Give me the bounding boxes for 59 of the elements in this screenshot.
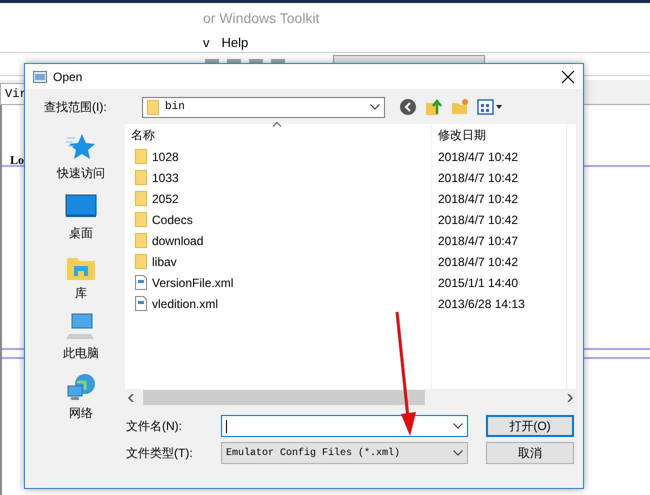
folder-icon bbox=[135, 233, 147, 248]
caret-icon bbox=[370, 104, 380, 110]
folder-icon bbox=[135, 191, 147, 206]
folder-up-icon[interactable] bbox=[425, 98, 443, 116]
file-type-dropdown[interactable]: Emulator Config Files (*.xml) bbox=[221, 442, 468, 464]
back-icon[interactable] bbox=[399, 98, 417, 116]
scroll-right-icon[interactable] bbox=[566, 394, 574, 402]
window-title: or Windows Toolkit bbox=[203, 10, 320, 26]
file-name[interactable]: libav bbox=[152, 254, 177, 268]
folder-icon bbox=[135, 254, 147, 269]
file-name[interactable]: 1028 bbox=[152, 150, 179, 164]
folder-icon bbox=[135, 212, 147, 227]
look-in-dropdown[interactable]: bin bbox=[142, 96, 385, 118]
file-name-field[interactable] bbox=[221, 415, 468, 437]
file-name[interactable]: Codecs bbox=[152, 212, 193, 226]
file-date: 2018/4/7 10:42 bbox=[437, 212, 520, 228]
file-name[interactable]: 1033 bbox=[152, 170, 179, 184]
file-date: 2018/4/7 10:42 bbox=[437, 190, 520, 208]
close-icon[interactable] bbox=[561, 70, 575, 84]
place-item[interactable]: 此电脑 bbox=[63, 312, 99, 362]
file-date: 2018/4/7 10:42 bbox=[437, 254, 520, 270]
caret-icon bbox=[453, 450, 463, 456]
column-header[interactable]: 名称 bbox=[125, 124, 431, 146]
place-item[interactable]: 库 bbox=[65, 252, 97, 302]
place-item[interactable]: 快速访问 bbox=[57, 132, 105, 182]
file-date: 2015/1/1 14:40 bbox=[437, 274, 520, 292]
document-icon bbox=[135, 275, 147, 290]
folder-icon bbox=[147, 100, 159, 114]
menu-item[interactable]: v bbox=[203, 34, 210, 50]
look-in-label: 查找范围(I): bbox=[44, 98, 108, 116]
scroll-left-icon[interactable] bbox=[127, 394, 135, 402]
window-icon bbox=[33, 70, 47, 82]
sort-caret-icon bbox=[272, 121, 282, 127]
caret-icon bbox=[453, 423, 463, 429]
folder-icon bbox=[135, 149, 147, 164]
cancel-button[interactable]: 取消 bbox=[486, 442, 574, 464]
file-name[interactable]: VersionFile.xml bbox=[152, 276, 234, 290]
dialog-title: Open bbox=[53, 70, 84, 84]
file-name[interactable]: 2052 bbox=[152, 192, 179, 206]
file-name-label: 文件名(N): bbox=[126, 418, 183, 434]
column-header[interactable]: 修改日期 bbox=[432, 124, 566, 146]
open-button[interactable]: 打开(O) bbox=[486, 415, 574, 437]
view-menu-icon[interactable] bbox=[477, 98, 503, 116]
network-icon bbox=[65, 372, 97, 402]
file-date: 2018/4/7 10:42 bbox=[437, 170, 520, 186]
place-item[interactable]: 网络 bbox=[65, 372, 97, 422]
file-name[interactable]: download bbox=[152, 234, 204, 248]
document-icon bbox=[135, 296, 147, 311]
file-date: 2018/4/7 10:42 bbox=[437, 148, 520, 166]
menu-item[interactable]: Help bbox=[222, 34, 248, 50]
file-name[interactable]: vledition.xml bbox=[152, 296, 218, 310]
file-type-label: 文件类型(T): bbox=[126, 444, 194, 462]
computer-icon bbox=[65, 312, 97, 342]
file-date: 2013/6/28 14:13 bbox=[437, 296, 526, 312]
file-date: 2018/4/7 10:47 bbox=[437, 232, 520, 250]
place-item[interactable]: 桌面 bbox=[65, 192, 97, 242]
star-icon bbox=[65, 132, 97, 162]
content-label: Lo bbox=[10, 153, 24, 168]
folder-icon bbox=[135, 170, 147, 185]
